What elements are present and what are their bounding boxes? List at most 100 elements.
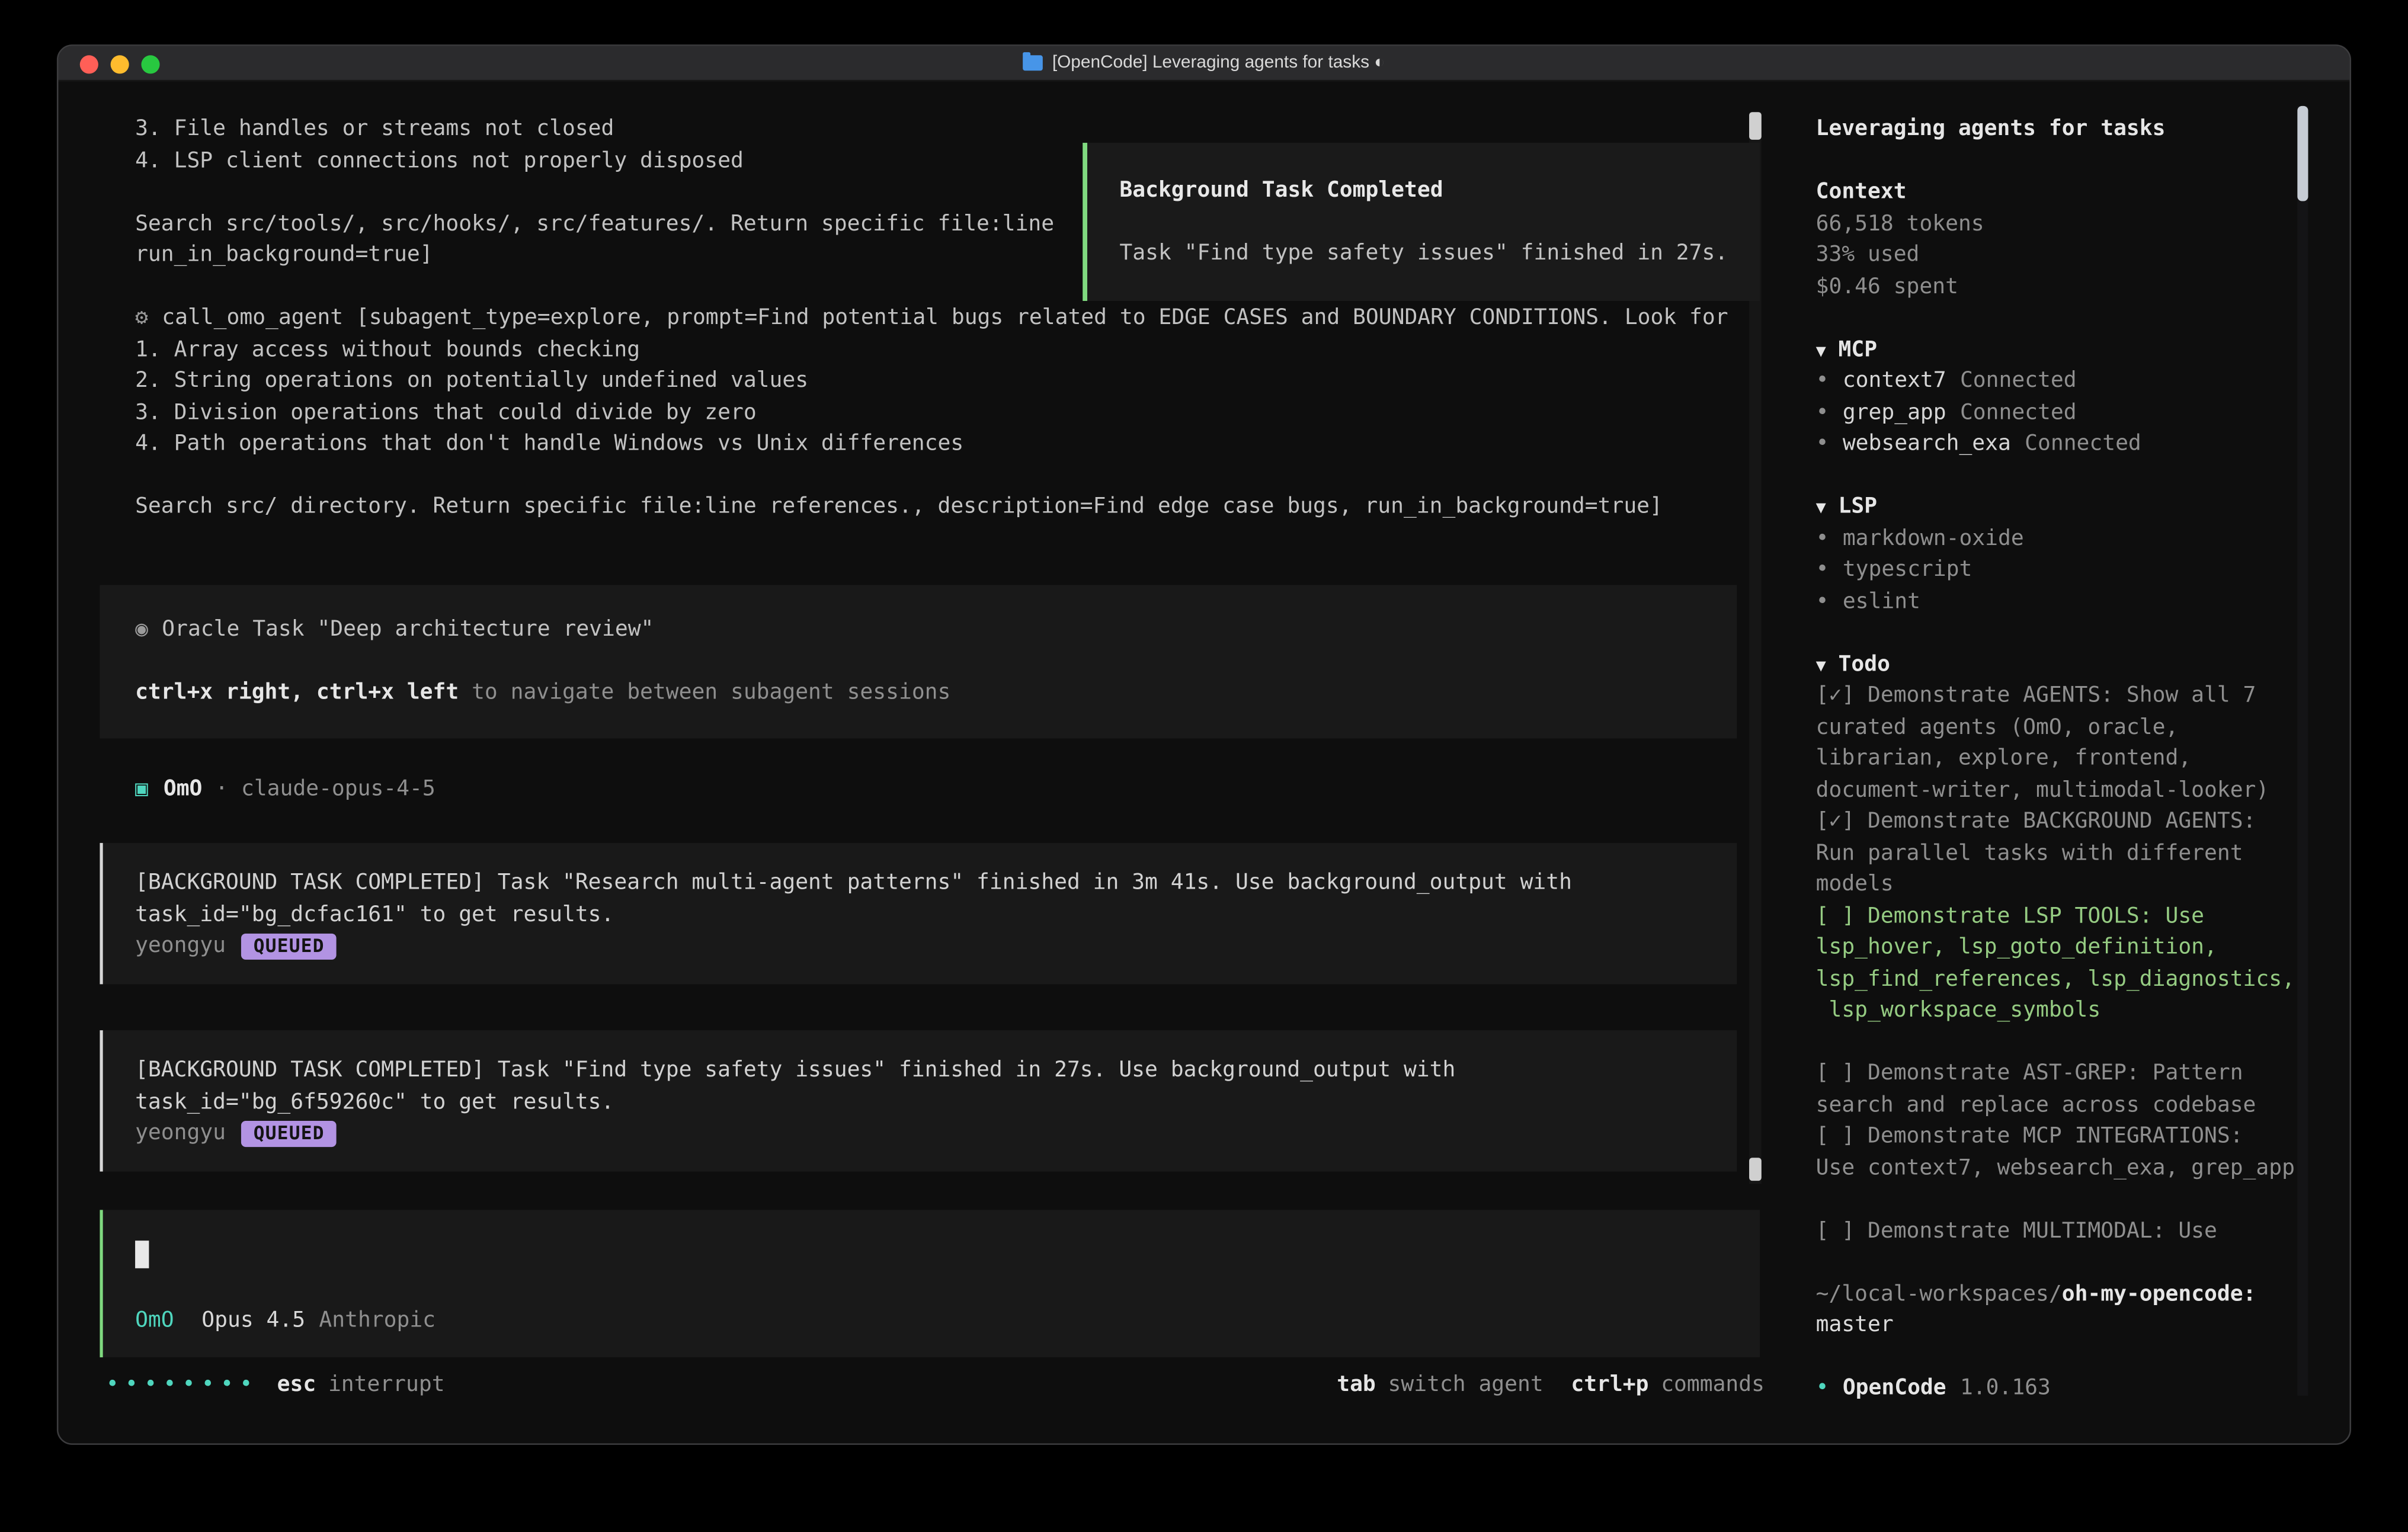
lsp-heading: LSP [1839, 495, 1878, 519]
titlebar[interactable]: [OpenCode] Leveraging agents for tasks ◐ [58, 46, 2349, 82]
bullet-icon: • [1816, 400, 1829, 424]
tool-call-item: 2. String operations on potentially unde… [135, 366, 1728, 397]
zoom-button[interactable] [141, 55, 159, 73]
context-heading: Context [1816, 177, 2308, 208]
agent-model: claude-opus-4-5 [241, 777, 436, 801]
mcp-section-header[interactable]: ▼ MCP [1816, 334, 2308, 366]
todo-item-line-active: [ ] Demonstrate LSP TOOLS: Use [1816, 900, 2308, 932]
toast-title: Background Task Completed [1119, 175, 1760, 206]
close-button[interactable] [80, 55, 98, 73]
gear-icon: ⚙ [135, 306, 148, 330]
minimize-button[interactable] [111, 55, 129, 73]
mcp-item-name: websearch_exa [1843, 431, 2011, 456]
chat-scrollbar-thumb-bottom[interactable] [1749, 1158, 1762, 1181]
tool-call-item: 1. Array access without bounds checking [135, 334, 1728, 366]
spacer [1816, 145, 2308, 177]
todo-item-line: Use context7, websearch_exa, grep_app [1816, 1152, 2308, 1184]
oracle-title: Oracle Task "Deep architecture review" [162, 617, 654, 642]
agent-square-icon: ▣ [135, 777, 148, 801]
message-block: [BACKGROUND TASK COMPLETED] Task "Find t… [100, 1030, 1737, 1171]
todo-section-header[interactable]: ▼ Todo [1816, 649, 2308, 680]
mcp-item: • websearch_exa Connected [1816, 428, 2308, 460]
sidebar-scrollbar[interactable] [2297, 106, 2308, 1396]
spinner-dots-icon: •••••••• [106, 1373, 259, 1397]
oracle-blank-line [135, 646, 1737, 677]
terminal-window: [OpenCode] Leveraging agents for tasks ◐… [57, 44, 2351, 1445]
chat-scrollbar-thumb-top[interactable] [1749, 112, 1762, 140]
background-task-toast: Background Task Completed Task "Find typ… [1083, 143, 1760, 301]
version-row: •OpenCode1.0.163 [1816, 1373, 2308, 1404]
context-spent: $0.46 spent [1816, 271, 2308, 302]
todo-item-line: models [1816, 869, 2308, 900]
message-meta: yeongyu QUEUED [135, 931, 1737, 962]
mcp-item-status: Connected [2025, 431, 2141, 456]
tool-call-line: ⚙call_omo_agent [subagent_type=explore, … [135, 303, 1728, 334]
statusbar-left: ••••••••escinterrupt [106, 1370, 445, 1401]
todo-item-line: [ ] Demonstrate MCP INTEGRATIONS: [1816, 1121, 2308, 1152]
tool-call-item: 3. Division operations that could divide… [135, 397, 1728, 428]
mcp-item-name: grep_app [1843, 400, 1946, 424]
sidebar-scrollbar-thumb[interactable] [2297, 106, 2308, 201]
mcp-item-status: Connected [1960, 400, 2077, 424]
bullet-icon: • [1816, 431, 1829, 456]
app-content: 3. File handles or streams not closed 4.… [58, 81, 2349, 1445]
todo-item-line: document-writer, multimodal-looker) [1816, 775, 2308, 806]
tab-key-label: switch agent [1388, 1373, 1544, 1397]
queued-badge: QUEUED [241, 933, 337, 959]
statusbar: ••••••••escinterrupt tab switch agent ctrl… [58, 1370, 1792, 1401]
todo-item-line: [ ] Demonstrate AST-GREP: Pattern [1816, 1058, 2308, 1089]
message-meta: yeongyuQUEUED [135, 1118, 1737, 1149]
mcp-item-status: Connected [1960, 368, 2077, 393]
agent-header: ▣ OmO · claude-opus-4-5 [135, 774, 436, 805]
todo-heading: Todo [1839, 652, 1890, 676]
workspace-path-prefix: ~/local-workspaces/ [1816, 1281, 2062, 1306]
chat-pane: 3. File handles or streams not closed 4.… [58, 81, 1792, 1445]
toast-body: Task "Find type safety issues" finished … [1119, 238, 1760, 270]
todo-item-line: [✓] Demonstrate AGENTS: Show all 7 [1816, 680, 2308, 711]
commands-key-label: commands [1661, 1373, 1765, 1397]
spacer [1816, 1027, 2308, 1058]
todo-item-line: Run parallel tasks with different [1816, 838, 2308, 869]
agent-separator: · [202, 777, 241, 801]
todo-item-line: curated agents (OmO, oracle, [1816, 711, 2308, 743]
chevron-down-icon: ▼ [1816, 340, 1826, 360]
workspace-branch: master [1816, 1310, 2308, 1341]
lsp-item: •typescript [1816, 555, 2308, 586]
prompt-input[interactable]: OmOOpus 4.5Anthropic [100, 1210, 1760, 1357]
todo-item-line: [✓] Demonstrate BACKGROUND AGENTS: [1816, 806, 2308, 838]
spacer [1816, 460, 2308, 491]
history-blank-line [135, 460, 1728, 491]
oracle-hint-keys: ctrl+x right, ctrl+x left [135, 680, 459, 704]
mcp-item: •context7Connected [1816, 366, 2308, 397]
history-line: 3. File handles or streams not closed [135, 114, 1728, 145]
chevron-down-icon: ▼ [1816, 655, 1826, 675]
context-used: 33% used [1816, 239, 2308, 271]
message-author: yeongyu [135, 931, 226, 962]
window-title: [OpenCode] Leveraging agents for tasks ◐ [1023, 54, 1385, 72]
spacer [1816, 1341, 2308, 1373]
context-tokens: 66,518 tokens [1816, 208, 2308, 239]
session-title: Leveraging agents for tasks [1816, 114, 2308, 145]
window-title-text: [OpenCode] Leveraging agents for tasks ◐ [1052, 54, 1385, 72]
queued-badge: QUEUED [241, 1120, 337, 1146]
lsp-section-header[interactable]: ▼LSP [1816, 491, 2308, 523]
mcp-heading: MCP [1839, 337, 1878, 361]
tool-call-tail: Search src/ directory. Return specific f… [135, 491, 1728, 523]
message-line: [BACKGROUND TASK COMPLETED] Task "Resear… [135, 867, 1737, 899]
workspace-repo: oh-my-opencode: [2062, 1281, 2256, 1306]
todo-item-line: [ ] Demonstrate MULTIMODAL: Use [1816, 1215, 2308, 1246]
mcp-item: • grep_app Connected [1816, 397, 2308, 428]
folder-icon [1023, 55, 1043, 70]
agent-name: OmO [164, 777, 203, 801]
statusbar-right: tab switch agent ctrl+p commands [1337, 1370, 1765, 1401]
record-icon: ◉ [135, 617, 148, 642]
lsp-item: •eslint [1816, 586, 2308, 617]
bullet-icon: • [1816, 557, 1829, 582]
bullet-icon: • [1816, 526, 1829, 550]
commands-key-hint: ctrl+p [1571, 1373, 1648, 1397]
tab-key-hint: tab [1337, 1373, 1376, 1397]
todo-item-line-active: lsp_find_references, lsp_diagnostics, [1816, 963, 2308, 995]
tool-call-item: 4. Path operations that don't handle Win… [135, 428, 1728, 460]
app-version: 1.0.163 [1960, 1376, 2051, 1400]
lsp-item-name: markdown-oxide [1843, 526, 2024, 550]
